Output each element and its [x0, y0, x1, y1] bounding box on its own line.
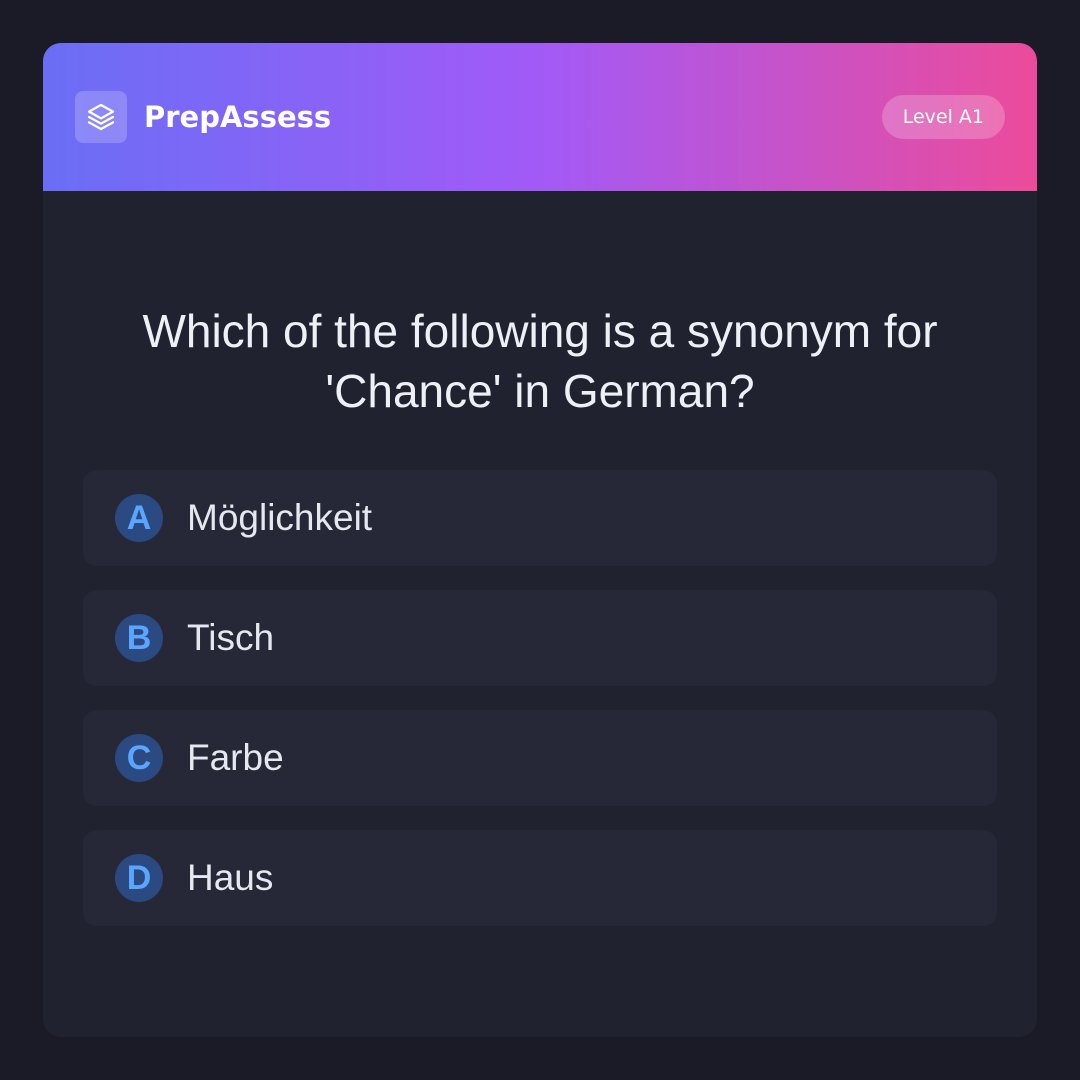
option-label: Tisch	[187, 617, 275, 658]
answer-options: A Möglichkeit B Tisch C Farbe D Haus	[83, 470, 997, 950]
brand-name: PrepAssess	[144, 100, 332, 134]
option-letter-badge: C	[115, 734, 163, 782]
option-label: Möglichkeit	[187, 497, 373, 538]
option-label: Farbe	[187, 737, 284, 778]
option-c[interactable]: C Farbe	[83, 710, 997, 806]
option-d[interactable]: D Haus	[83, 830, 997, 926]
level-badge: Level A1	[881, 95, 1005, 139]
option-b[interactable]: B Tisch	[83, 590, 997, 686]
option-letter-badge: D	[115, 854, 163, 902]
quiz-header: PrepAssess Level A1	[43, 43, 1037, 191]
option-letter-badge: A	[115, 494, 163, 542]
quiz-card: PrepAssess Level A1 Which of the followi…	[43, 43, 1037, 1037]
logo	[75, 91, 127, 143]
question-text: Which of the following is a synonym for …	[142, 305, 938, 417]
layers-icon	[87, 103, 115, 131]
option-letter-badge: B	[115, 614, 163, 662]
option-label: Haus	[187, 857, 274, 898]
option-a[interactable]: A Möglichkeit	[83, 470, 997, 566]
